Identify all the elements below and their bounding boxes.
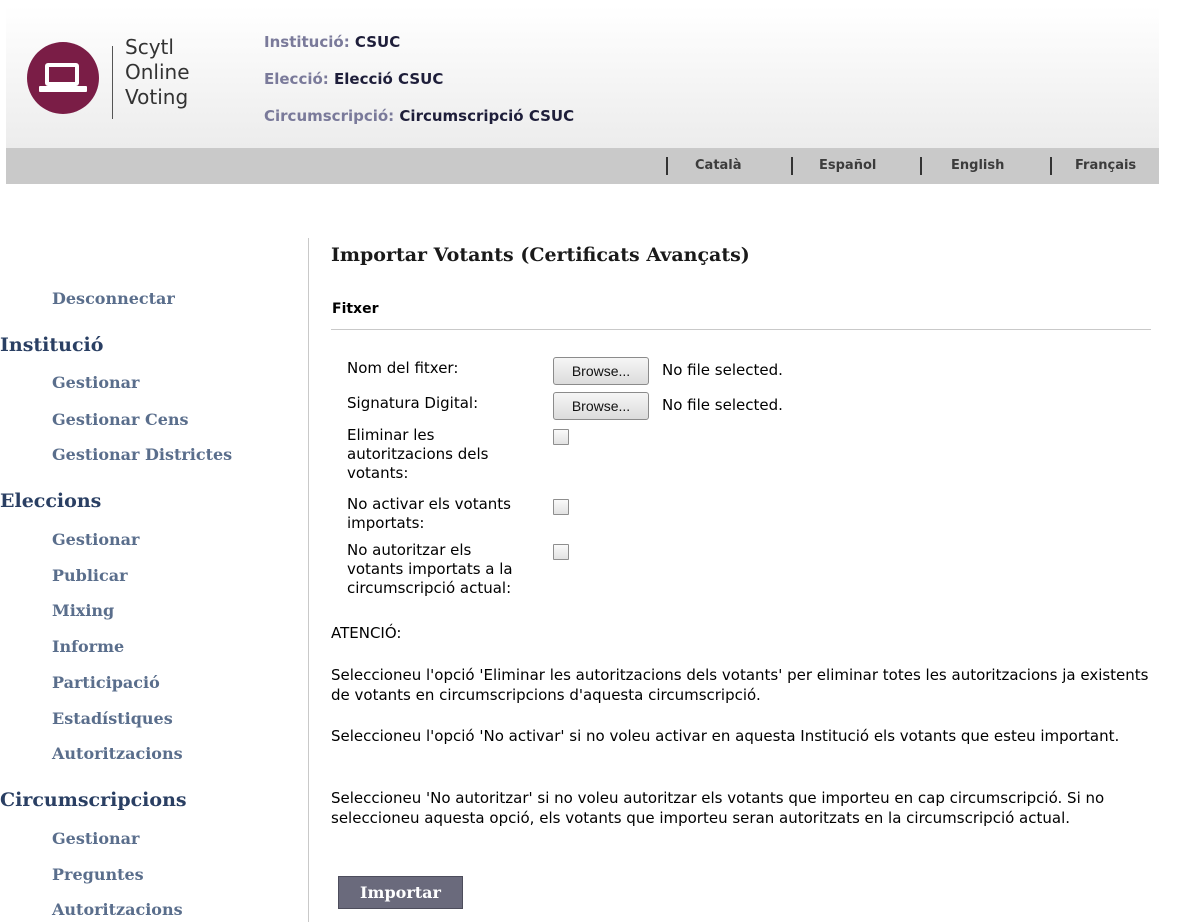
logo-divider [112,46,113,119]
file-label: Nom del fitxer: [347,359,459,377]
file-status: No file selected. [662,361,783,379]
language-link-espanol[interactable]: Español [819,148,876,184]
delete-auth-label-line: votants: [347,464,409,482]
sidebar-item-gestionar-cens[interactable]: Gestionar Cens [52,410,189,429]
circumscripcio-info: Circumscripció: Circumscripció CSUC [264,98,574,135]
header-banner: Scytl Online Voting Institució: CSUC Ele… [6,6,1159,148]
sidebar-item-preguntes[interactable]: Preguntes [52,865,144,884]
language-separator [920,157,922,175]
signature-browse-button[interactable]: Browse... [553,392,649,420]
sidebar-item-informe[interactable]: Informe [52,637,124,656]
language-separator [1050,157,1052,175]
no-authorize-label-line: votants importats a la [347,560,513,578]
file-browse-button[interactable]: Browse... [553,357,649,385]
sidebar-item-eleccions-gestionar[interactable]: Gestionar [52,530,139,549]
no-authorize-label-line: No autoritzar els [347,541,472,559]
institucio-info: Institució: CSUC [264,24,574,61]
language-bar: Català Español English Français [6,148,1159,184]
language-separator [791,157,793,175]
no-authorize-label: No autoritzar els votants importats a la… [347,541,513,598]
language-link-catala[interactable]: Català [695,148,742,184]
sidebar-item-institucio-gestionar[interactable]: Gestionar [52,373,139,392]
brand-line-1: Scytl [125,35,174,59]
language-separator [666,157,668,175]
no-activate-label: No activar els votants importats: [347,495,511,533]
delete-auth-label-line: autoritzacions dels [347,445,489,463]
circumscripcio-label: Circumscripció: [264,107,395,125]
no-authorize-label-line: circumscripció actual: [347,579,512,597]
no-activate-checkbox[interactable] [553,499,569,515]
language-link-francais[interactable]: Français [1075,148,1136,184]
no-activate-label-line: No activar els votants [347,495,511,513]
help-paragraph-activate: Seleccioneu l'opció 'No activar' si no v… [331,727,1120,745]
sidebar-heading-institucio: Institució [0,334,104,356]
delete-auth-label: Eliminar les autoritzacions dels votants… [347,426,488,483]
sidebar-divider [308,238,309,922]
attention-label: ATENCIÓ: [331,624,402,642]
context-info: Institució: CSUC Elecció: Elecció CSUC C… [264,24,574,135]
page-title: Importar Votants (Certificats Avançats) [331,244,750,266]
section-title: Fitxer [332,301,379,317]
sidebar-item-circumscripcions-autoritzacions[interactable]: Autoritzacions [52,900,183,919]
brand-name: Scytl Online Voting [125,35,190,110]
sidebar-item-estadistiques[interactable]: Estadístiques [52,709,173,728]
language-link-english[interactable]: English [951,148,1004,184]
signature-label: Signatura Digital: [347,394,479,412]
eleccio-label: Elecció: [264,70,329,88]
disconnect-link[interactable]: Desconnectar [52,289,175,308]
sidebar-item-eleccions-autoritzacions[interactable]: Autoritzacions [52,744,183,763]
brand-line-2: Online [125,60,190,84]
sidebar-heading-eleccions: Eleccions [0,490,102,512]
circumscripcio-value: Circumscripció CSUC [399,107,575,125]
signature-status: No file selected. [662,396,783,414]
import-button[interactable]: Importar [338,876,463,909]
sidebar-item-gestionar-districtes[interactable]: Gestionar Districtes [52,445,232,464]
eleccio-value: Elecció CSUC [334,70,444,88]
no-authorize-checkbox[interactable] [553,544,569,560]
sidebar-item-mixing[interactable]: Mixing [52,601,114,620]
eleccio-info: Elecció: Elecció CSUC [264,61,574,98]
brand-line-3: Voting [125,85,189,109]
no-activate-label-line: importats: [347,514,425,532]
sidebar-item-circumscripcions-gestionar[interactable]: Gestionar [52,829,139,848]
laptop-logo-icon [27,42,99,114]
sidebar-heading-circumscripcions: Circumscripcions [0,789,187,811]
delete-auth-checkbox[interactable] [553,429,569,445]
delete-auth-label-line: Eliminar les [347,426,435,444]
institucio-value: CSUC [354,33,401,51]
help-paragraph-authorize: Seleccioneu 'No autoritzar' si no voleu … [331,789,1105,827]
help-paragraph-delete: Seleccioneu l'opció 'Eliminar les autori… [331,666,1149,704]
section-divider [331,329,1151,330]
institucio-label: Institució: [264,33,350,51]
sidebar-item-publicar[interactable]: Publicar [52,566,128,585]
sidebar-item-participacio[interactable]: Participació [52,673,160,692]
